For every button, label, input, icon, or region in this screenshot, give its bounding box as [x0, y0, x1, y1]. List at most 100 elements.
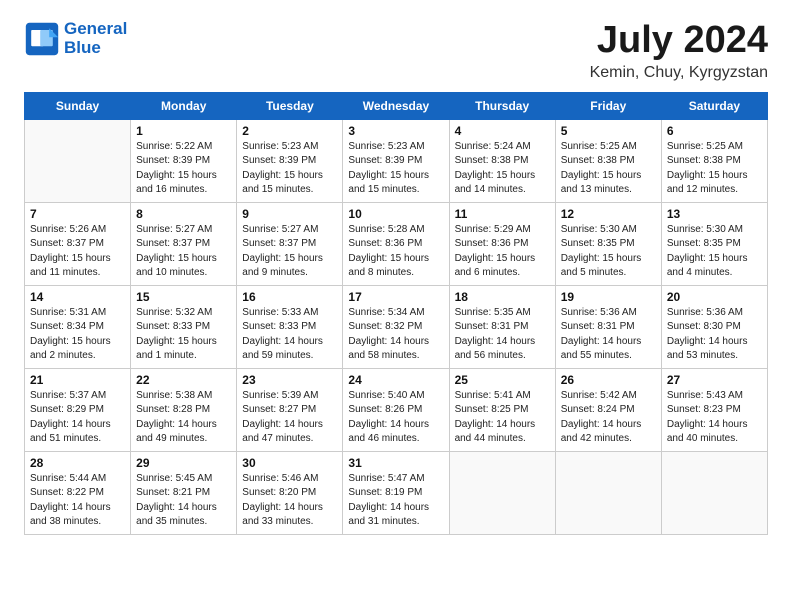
day-info: Sunrise: 5:26 AMSunset: 8:37 PMDaylight:…	[30, 223, 125, 281]
day-info: Sunrise: 5:28 AMSunset: 8:36 PMDaylight:…	[348, 223, 443, 281]
calendar-cell	[555, 451, 661, 534]
day-number: 11	[455, 207, 550, 221]
title-block: July 2024 Kemin, Chuy, Kyrgyzstan	[590, 20, 768, 82]
calendar-cell: 31 Sunrise: 5:47 AMSunset: 8:19 PMDayligh…	[343, 451, 449, 534]
day-info: Sunrise: 5:24 AMSunset: 8:38 PMDaylight:…	[455, 140, 550, 198]
calendar-cell: 13 Sunrise: 5:30 AMSunset: 8:35 PMDayligh…	[661, 202, 767, 285]
week-row-3: 14 Sunrise: 5:31 AMSunset: 8:34 PMDayligh…	[25, 285, 768, 368]
day-info: Sunrise: 5:42 AMSunset: 8:24 PMDaylight:…	[561, 389, 656, 447]
day-number: 23	[242, 373, 337, 387]
week-row-4: 21Sunrise: 5:37 AMSunset: 8:29 PMDayligh…	[25, 368, 768, 451]
calendar-cell: 23 Sunrise: 5:39 AMSunset: 8:27 PMDayligh…	[237, 368, 343, 451]
day-info: Sunrise: 5:43 AMSunset: 8:23 PMDaylight:…	[667, 389, 762, 447]
subtitle: Kemin, Chuy, Kyrgyzstan	[590, 64, 768, 82]
day-info: Sunrise: 5:27 AMSunset: 8:37 PMDaylight:…	[136, 223, 231, 281]
calendar-cell: 27Sunrise: 5:43 AMSunset: 8:23 PMDayligh…	[661, 368, 767, 451]
day-number: 2	[242, 124, 337, 138]
day-info: Sunrise: 5:30 AMSunset: 8:35 PMDaylight:…	[561, 223, 656, 281]
day-number: 6	[667, 124, 762, 138]
day-number: 16	[242, 290, 337, 304]
week-row-5: 28 Sunrise: 5:44 AMSunset: 8:22 PMDayligh…	[25, 451, 768, 534]
day-number: 4	[455, 124, 550, 138]
calendar-cell: 21Sunrise: 5:37 AMSunset: 8:29 PMDayligh…	[25, 368, 131, 451]
day-info: Sunrise: 5:44 AMSunset: 8:22 PMDaylight:…	[30, 472, 125, 530]
day-info: Sunrise: 5:40 AMSunset: 8:26 PMDaylight:…	[348, 389, 443, 447]
day-number: 13	[667, 207, 762, 221]
calendar-cell: 8Sunrise: 5:27 AMSunset: 8:37 PMDaylight…	[131, 202, 237, 285]
calendar-cell: 20 Sunrise: 5:36 AMSunset: 8:30 PMDayligh…	[661, 285, 767, 368]
calendar-header-row: SundayMondayTuesdayWednesdayThursdayFrid…	[25, 92, 768, 119]
day-number: 31	[348, 456, 443, 470]
calendar: SundayMondayTuesdayWednesdayThursdayFrid…	[24, 92, 768, 535]
day-number: 22	[136, 373, 231, 387]
day-number: 1	[136, 124, 231, 138]
day-info: Sunrise: 5:35 AMSunset: 8:31 PMDaylight:…	[455, 306, 550, 364]
header-monday: Monday	[131, 92, 237, 119]
calendar-cell: 1 Sunrise: 5:22 AMSunset: 8:39 PMDaylight…	[131, 119, 237, 202]
day-info: Sunrise: 5:32 AMSunset: 8:33 PMDaylight:…	[136, 306, 231, 364]
calendar-cell: 2 Sunrise: 5:23 AMSunset: 8:39 PMDaylight…	[237, 119, 343, 202]
calendar-cell: 24Sunrise: 5:40 AMSunset: 8:26 PMDayligh…	[343, 368, 449, 451]
day-number: 17	[348, 290, 443, 304]
calendar-cell: 9 Sunrise: 5:27 AMSunset: 8:37 PMDaylight…	[237, 202, 343, 285]
day-number: 25	[455, 373, 550, 387]
day-number: 14	[30, 290, 125, 304]
calendar-cell: 28 Sunrise: 5:44 AMSunset: 8:22 PMDayligh…	[25, 451, 131, 534]
calendar-cell	[25, 119, 131, 202]
calendar-cell: 17 Sunrise: 5:34 AMSunset: 8:32 PMDayligh…	[343, 285, 449, 368]
calendar-cell: 4 Sunrise: 5:24 AMSunset: 8:38 PMDaylight…	[449, 119, 555, 202]
day-info: Sunrise: 5:25 AMSunset: 8:38 PMDaylight:…	[667, 140, 762, 198]
day-number: 20	[667, 290, 762, 304]
day-number: 30	[242, 456, 337, 470]
header-thursday: Thursday	[449, 92, 555, 119]
day-info: Sunrise: 5:36 AMSunset: 8:30 PMDaylight:…	[667, 306, 762, 364]
day-number: 7	[30, 207, 125, 221]
header: General Blue July 2024 Kemin, Chuy, Kyrg…	[24, 20, 768, 82]
logo-text: General Blue	[64, 20, 127, 57]
day-info: Sunrise: 5:27 AMSunset: 8:37 PMDaylight:…	[242, 223, 337, 281]
day-number: 3	[348, 124, 443, 138]
day-info: Sunrise: 5:46 AMSunset: 8:20 PMDaylight:…	[242, 472, 337, 530]
calendar-cell: 14 Sunrise: 5:31 AMSunset: 8:34 PMDayligh…	[25, 285, 131, 368]
day-info: Sunrise: 5:22 AMSunset: 8:39 PMDaylight:…	[136, 140, 231, 198]
day-info: Sunrise: 5:45 AMSunset: 8:21 PMDaylight:…	[136, 472, 231, 530]
header-friday: Friday	[555, 92, 661, 119]
day-info: Sunrise: 5:23 AMSunset: 8:39 PMDaylight:…	[242, 140, 337, 198]
day-info: Sunrise: 5:47 AMSunset: 8:19 PMDaylight:…	[348, 472, 443, 530]
day-number: 15	[136, 290, 231, 304]
day-number: 26	[561, 373, 656, 387]
calendar-cell: 18Sunrise: 5:35 AMSunset: 8:31 PMDayligh…	[449, 285, 555, 368]
day-info: Sunrise: 5:36 AMSunset: 8:31 PMDaylight:…	[561, 306, 656, 364]
calendar-cell: 7 Sunrise: 5:26 AMSunset: 8:37 PMDaylight…	[25, 202, 131, 285]
day-number: 19	[561, 290, 656, 304]
calendar-cell: 25Sunrise: 5:41 AMSunset: 8:25 PMDayligh…	[449, 368, 555, 451]
calendar-cell: 15 Sunrise: 5:32 AMSunset: 8:33 PMDayligh…	[131, 285, 237, 368]
day-info: Sunrise: 5:34 AMSunset: 8:32 PMDaylight:…	[348, 306, 443, 364]
week-row-1: 1 Sunrise: 5:22 AMSunset: 8:39 PMDaylight…	[25, 119, 768, 202]
calendar-cell: 5Sunrise: 5:25 AMSunset: 8:38 PMDaylight…	[555, 119, 661, 202]
day-number: 21	[30, 373, 125, 387]
day-number: 5	[561, 124, 656, 138]
day-number: 29	[136, 456, 231, 470]
calendar-cell: 22 Sunrise: 5:38 AMSunset: 8:28 PMDayligh…	[131, 368, 237, 451]
day-number: 9	[242, 207, 337, 221]
calendar-cell: 19 Sunrise: 5:36 AMSunset: 8:31 PMDayligh…	[555, 285, 661, 368]
header-sunday: Sunday	[25, 92, 131, 119]
header-wednesday: Wednesday	[343, 92, 449, 119]
logo: General Blue	[24, 20, 127, 57]
day-info: Sunrise: 5:29 AMSunset: 8:36 PMDaylight:…	[455, 223, 550, 281]
day-number: 28	[30, 456, 125, 470]
day-info: Sunrise: 5:23 AMSunset: 8:39 PMDaylight:…	[348, 140, 443, 198]
day-info: Sunrise: 5:31 AMSunset: 8:34 PMDaylight:…	[30, 306, 125, 364]
logo-icon	[24, 21, 60, 57]
day-number: 10	[348, 207, 443, 221]
calendar-cell	[661, 451, 767, 534]
day-info: Sunrise: 5:30 AMSunset: 8:35 PMDaylight:…	[667, 223, 762, 281]
calendar-cell: 29 Sunrise: 5:45 AMSunset: 8:21 PMDayligh…	[131, 451, 237, 534]
calendar-cell: 30 Sunrise: 5:46 AMSunset: 8:20 PMDayligh…	[237, 451, 343, 534]
day-info: Sunrise: 5:38 AMSunset: 8:28 PMDaylight:…	[136, 389, 231, 447]
calendar-cell: 12 Sunrise: 5:30 AMSunset: 8:35 PMDayligh…	[555, 202, 661, 285]
calendar-cell: 11 Sunrise: 5:29 AMSunset: 8:36 PMDayligh…	[449, 202, 555, 285]
day-info: Sunrise: 5:39 AMSunset: 8:27 PMDaylight:…	[242, 389, 337, 447]
day-number: 12	[561, 207, 656, 221]
